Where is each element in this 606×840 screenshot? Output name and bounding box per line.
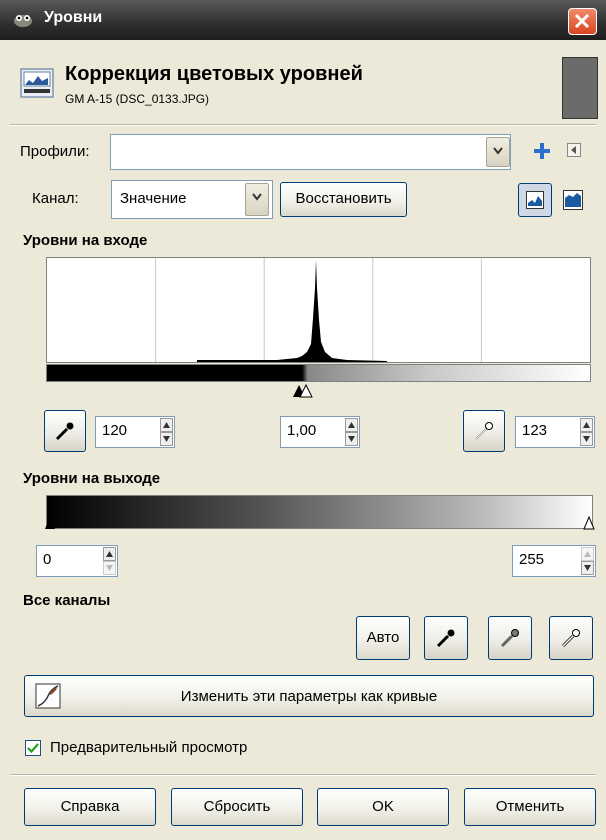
edit-as-curves-label: Изменить эти параметры как кривые (180, 688, 438, 705)
dialog-heading: Коррекция цветовых уровней (65, 63, 363, 85)
pick-white-button[interactable] (549, 616, 593, 660)
input-high-spinner[interactable]: 123 (515, 416, 595, 448)
gamma-value: 1,00 (287, 422, 317, 439)
profiles-combo[interactable] (110, 134, 511, 170)
input-low-value: 120 (102, 422, 128, 439)
plus-icon[interactable] (532, 141, 552, 161)
input-gradient-bar (46, 364, 591, 382)
spin-arrows-icon[interactable] (103, 547, 116, 575)
cancel-button[interactable]: Отменить (464, 788, 596, 826)
gamma-spinner[interactable]: 1,00 (280, 416, 360, 448)
cancel-label: Отменить (495, 798, 565, 815)
output-high-spinner[interactable]: 255 (512, 545, 596, 577)
gimp-icon (14, 15, 32, 27)
close-icon (574, 13, 590, 29)
levels-icon (20, 68, 54, 98)
channel-value: Значение (120, 190, 187, 207)
preview-checkbox[interactable] (25, 740, 41, 756)
linear-histogram-icon (526, 191, 544, 209)
output-low-spinner[interactable]: 0 (36, 545, 118, 577)
spin-arrows-icon[interactable] (581, 547, 594, 575)
input-low-spinner[interactable]: 120 (95, 416, 175, 448)
channel-dropdown-button[interactable] (245, 183, 269, 216)
spin-arrows-icon[interactable] (160, 418, 173, 446)
reset-channel-button[interactable]: Восстановить (280, 182, 407, 217)
channel-combo[interactable]: Значение (111, 180, 273, 219)
eyedropper-icon (500, 629, 519, 648)
spin-arrows-icon[interactable] (345, 418, 358, 446)
auto-button[interactable]: Авто (356, 616, 410, 660)
output-levels-title: Уровни на выходе (23, 470, 161, 487)
check-icon (27, 743, 39, 754)
reset-button[interactable]: Сбросить (171, 788, 303, 826)
reset-channel-label: Восстановить (295, 190, 392, 207)
output-low-value: 0 (43, 551, 52, 568)
log-histogram-button[interactable] (563, 190, 583, 214)
help-label: Справка (60, 798, 120, 815)
black-point-picker-button[interactable] (44, 410, 86, 452)
close-button[interactable] (568, 8, 597, 35)
log-histogram-icon (563, 190, 583, 210)
eyedropper-icon (561, 629, 580, 648)
channel-label: Канал: (32, 190, 79, 207)
ok-label: OK (372, 798, 394, 815)
chevron-down-icon (252, 193, 262, 201)
output-low-slider[interactable] (44, 516, 56, 530)
spin-arrows-icon[interactable] (580, 418, 593, 446)
all-channels-title: Все каналы (23, 592, 111, 609)
chevron-down-icon (493, 147, 503, 155)
eyedropper-icon (475, 422, 493, 440)
white-point-picker-button[interactable] (463, 410, 505, 452)
pick-gray-button[interactable] (488, 616, 532, 660)
image-preview-thumbnail (562, 57, 598, 119)
ok-button[interactable]: OK (317, 788, 449, 826)
profiles-dropdown-button[interactable] (486, 137, 510, 167)
pick-black-button[interactable] (424, 616, 468, 660)
help-button[interactable]: Справка (24, 788, 156, 826)
eyedropper-icon (55, 422, 74, 441)
levels-dialog: Уровни Коррекция цветовых уровней GM A-1… (0, 0, 606, 840)
title-bar[interactable]: Уровни (0, 0, 606, 40)
output-high-value: 255 (519, 551, 545, 568)
eyedropper-icon (436, 629, 455, 648)
curves-icon (35, 683, 61, 709)
output-high-slider[interactable] (583, 516, 595, 530)
input-high-value: 123 (522, 422, 548, 439)
input-levels-title: Уровни на входе (23, 232, 148, 249)
window-title: Уровни (44, 9, 103, 26)
menu-arrow-icon[interactable] (567, 143, 581, 157)
edit-as-curves-button[interactable]: Изменить эти параметры как кривые (24, 675, 594, 717)
reset-label: Сбросить (203, 798, 271, 815)
input-level-sliders[interactable] (290, 384, 320, 398)
profiles-label: Профили: (20, 143, 90, 160)
image-name: GM A-15 (DSC_0133.JPG) (65, 92, 210, 106)
header-divider (10, 124, 596, 126)
histogram (46, 257, 591, 363)
footer-divider (10, 774, 596, 776)
output-gradient-bar (46, 495, 593, 529)
auto-label: Авто (366, 629, 400, 646)
preview-label[interactable]: Предварительный просмотр (50, 739, 247, 756)
linear-histogram-button[interactable] (518, 183, 552, 217)
